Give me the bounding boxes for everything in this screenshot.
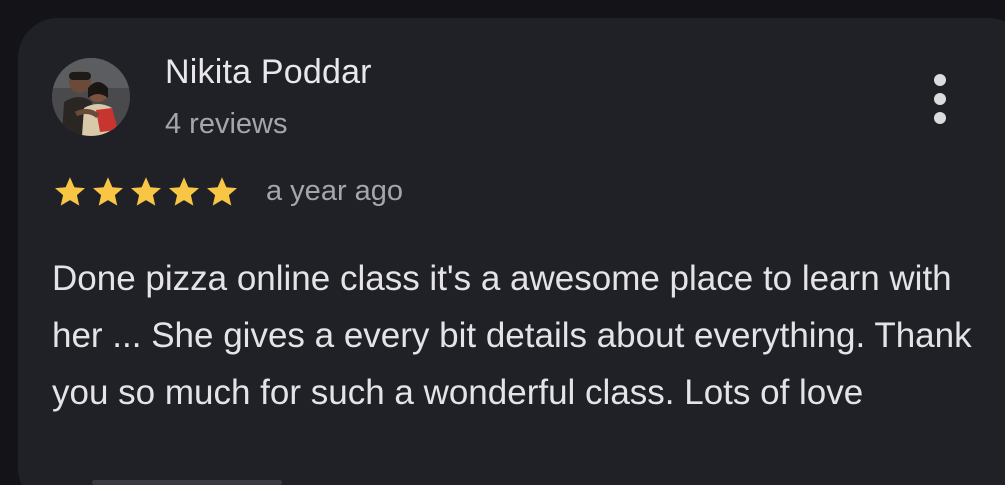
author-name[interactable]: Nikita Poddar (165, 53, 372, 92)
star-icon (93, 177, 123, 206)
review-date: a year ago (266, 175, 404, 207)
star-rating (52, 174, 240, 210)
scroll-indicator (92, 480, 282, 485)
more-dot (934, 93, 946, 105)
author-review-count: 4 reviews (165, 108, 288, 140)
review-text: Done pizza online class it's a awesome p… (52, 259, 972, 412)
avatar[interactable] (52, 58, 130, 136)
more-dot (934, 74, 946, 86)
star-icon (131, 177, 161, 206)
more-dot (934, 112, 946, 124)
star-icon (55, 177, 85, 206)
star-icon (169, 177, 199, 206)
star-icon (207, 177, 237, 206)
more-options-icon[interactable] (928, 72, 952, 126)
avatar-photo (52, 58, 130, 136)
